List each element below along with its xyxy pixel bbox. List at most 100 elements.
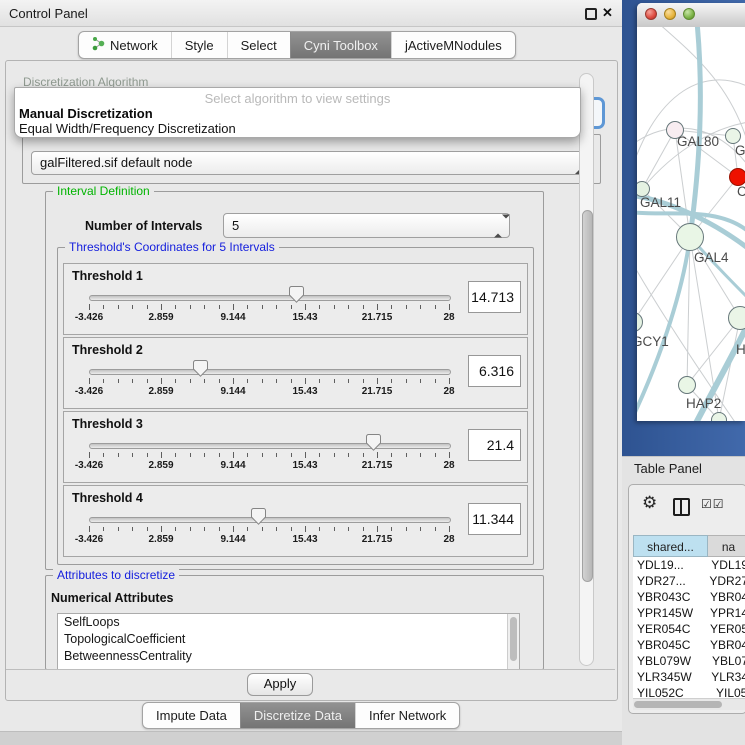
table-row[interactable]: YDR27...YDR27	[633, 573, 745, 589]
network-node[interactable]	[711, 412, 727, 421]
panel-vertical-scrollbar[interactable]	[579, 73, 594, 666]
attributes-list-scrollbar[interactable]	[507, 614, 519, 669]
algorithm-option-equal-width[interactable]: Equal Width/Frequency Discretization	[19, 121, 236, 136]
threshold-value-field[interactable]: 11.344	[468, 503, 521, 535]
network-node[interactable]	[678, 376, 696, 394]
algorithm-option-manual[interactable]: Manual Discretization	[19, 106, 153, 121]
tab-discretize-data[interactable]: Discretize Data	[240, 703, 355, 728]
minor-tick	[219, 379, 220, 383]
table-horizontal-scrollbar[interactable]	[633, 698, 745, 710]
tick-label: 2.859	[148, 460, 173, 471]
slider-thumb[interactable]	[193, 360, 208, 377]
float-window-icon[interactable]	[585, 8, 597, 20]
slider-thumb[interactable]	[289, 286, 304, 303]
numerical-attributes-heading: Numerical Attributes	[51, 591, 173, 605]
table-row[interactable]: YBL079WYBL07	[633, 653, 745, 669]
table-row[interactable]: YBR043CYBR04	[633, 589, 745, 605]
tab-cyni-toolbox[interactable]: Cyni Toolbox	[290, 32, 391, 58]
tab-label: Select	[241, 38, 277, 53]
table-row[interactable]: YDL19...YDL19	[633, 557, 745, 573]
table-row[interactable]: YBR045CYBR04	[633, 637, 745, 653]
table-row[interactable]: YER054CYER05	[633, 621, 745, 637]
slider-thumb[interactable]	[251, 508, 266, 525]
number-of-intervals-combobox[interactable]: 5	[223, 213, 510, 238]
tab-label: Impute Data	[156, 708, 227, 723]
minor-tick	[420, 305, 421, 309]
gear-icon[interactable]: ⚙	[642, 493, 657, 513]
algorithm-placeholder-option[interactable]: Select algorithm to view settings	[15, 91, 580, 106]
table-row[interactable]: YPR145WYPR14	[633, 605, 745, 621]
tab-label: Style	[185, 38, 214, 53]
tick-label: 9.144	[220, 386, 245, 397]
major-tick	[233, 378, 234, 384]
minor-tick	[334, 379, 335, 383]
tab-style[interactable]: Style	[171, 32, 227, 58]
slider-track[interactable]	[89, 369, 451, 375]
minor-tick	[363, 379, 364, 383]
minor-tick	[291, 379, 292, 383]
minor-tick	[118, 453, 119, 457]
zoom-traffic-light-icon[interactable]	[683, 8, 695, 20]
minor-tick	[262, 305, 263, 309]
minimize-traffic-light-icon[interactable]	[664, 8, 676, 20]
slider-track[interactable]	[89, 295, 451, 301]
table-data-combobox[interactable]: galFiltered.sif default node	[31, 151, 591, 175]
attribute-item[interactable]: SelfLoops	[58, 614, 519, 631]
tab-label: Infer Network	[369, 708, 446, 723]
scrollbar-thumb[interactable]	[510, 617, 517, 661]
major-tick	[233, 452, 234, 458]
close-icon[interactable]: ✕	[602, 5, 613, 21]
tab-infer-network[interactable]: Infer Network	[355, 703, 459, 728]
minor-tick	[276, 527, 277, 531]
minor-tick	[247, 453, 248, 457]
minor-tick	[406, 305, 407, 309]
scrollbar-thumb[interactable]	[582, 210, 593, 582]
network-canvas[interactable]: GAL80GCGAL11GAL4GCY1HHAP2	[637, 27, 745, 421]
threshold-value-field[interactable]: 21.4	[468, 429, 521, 461]
scrollbar-thumb[interactable]	[634, 701, 722, 708]
table-row[interactable]: YIL052CYIL05	[633, 685, 745, 698]
split-columns-icon[interactable]	[673, 498, 690, 516]
apply-button[interactable]: Apply	[247, 673, 313, 696]
tick-label: -3.426	[75, 386, 103, 397]
minor-tick	[291, 453, 292, 457]
tab-impute-data[interactable]: Impute Data	[143, 703, 240, 728]
minor-tick	[103, 527, 104, 531]
minor-tick	[262, 527, 263, 531]
slider-track[interactable]	[89, 517, 451, 523]
select-columns-icon[interactable]: ☑☑	[701, 497, 725, 511]
close-traffic-light-icon[interactable]	[645, 8, 657, 20]
table-row[interactable]: YLR345WYLR34	[633, 669, 745, 685]
minor-tick	[147, 453, 148, 457]
tab-network[interactable]: Network	[79, 32, 171, 58]
tab-jactivemnodules[interactable]: jActiveMNodules	[391, 32, 515, 58]
threshold-value-field[interactable]: 14.713	[468, 281, 521, 313]
tick-label: 28	[443, 460, 454, 471]
attributes-group-title: Attributes to discretize	[53, 568, 179, 582]
tab-label: Cyni Toolbox	[304, 38, 378, 53]
threshold-value-field[interactable]: 6.316	[468, 355, 521, 387]
control-panel-title: Control Panel	[9, 6, 88, 21]
column-header-name[interactable]: na	[708, 535, 745, 557]
interval-definition-group-title: Interval Definition	[53, 184, 154, 198]
column-header-shared-name[interactable]: shared...	[633, 535, 708, 557]
network-node[interactable]	[725, 128, 741, 144]
node-label-g: G	[735, 143, 745, 158]
attribute-item[interactable]: TopologicalCoefficient	[58, 631, 519, 648]
minor-tick	[204, 527, 205, 531]
tab-select[interactable]: Select	[227, 32, 290, 58]
slider-thumb[interactable]	[366, 434, 381, 451]
cell-shared-name: YBR043C	[633, 589, 702, 605]
attribute-item[interactable]: BetweennessCentrality	[58, 648, 519, 665]
table-rows: YDL19...YDL19YDR27...YDR27YBR043CYBR04YP…	[633, 557, 745, 698]
minor-tick	[348, 453, 349, 457]
major-tick	[449, 304, 450, 310]
minor-tick	[204, 453, 205, 457]
slider-track[interactable]	[89, 443, 451, 449]
major-tick	[449, 526, 450, 532]
network-node[interactable]	[676, 223, 704, 251]
major-tick	[377, 452, 378, 458]
minor-tick	[219, 453, 220, 457]
network-node[interactable]	[728, 306, 745, 330]
minor-tick	[334, 453, 335, 457]
